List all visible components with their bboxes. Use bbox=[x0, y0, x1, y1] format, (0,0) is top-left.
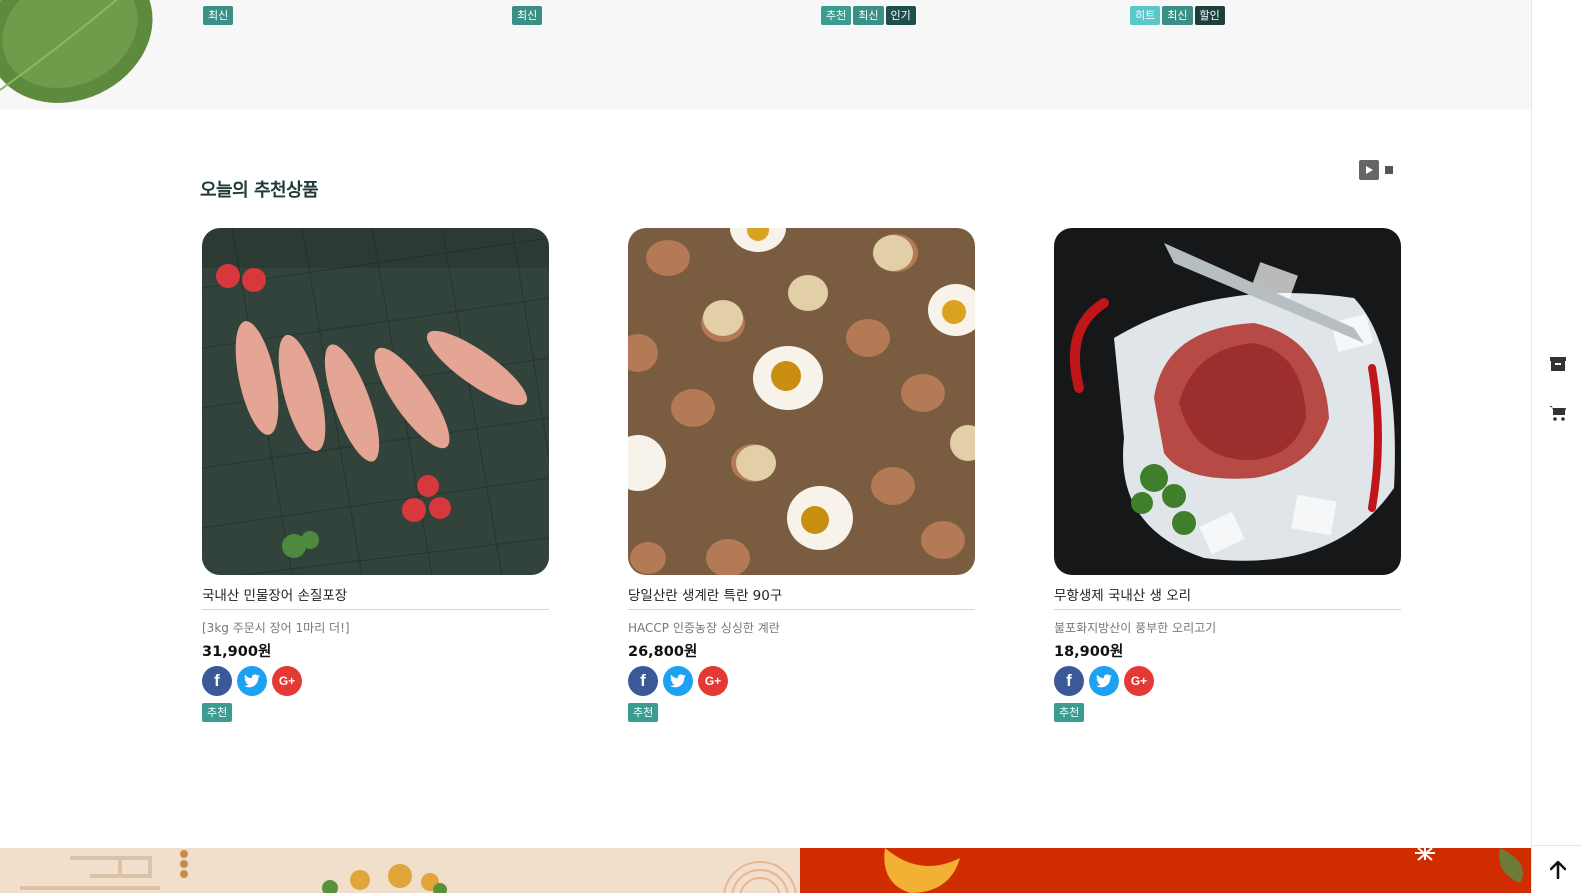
badge-sale: 할인 bbox=[1194, 6, 1225, 25]
divider bbox=[1054, 609, 1401, 610]
badge-new: 최신 bbox=[203, 6, 234, 25]
google-plus-icon: G+ bbox=[1130, 674, 1148, 688]
google-plus-share-button[interactable]: G+ bbox=[272, 666, 302, 696]
product-card[interactable]: 국내산 민물장어 손질포장 [3kg 주문시 장어 1마리 더!] 31,900… bbox=[202, 228, 549, 722]
section-title: 오늘의 추천상품 bbox=[200, 180, 319, 201]
play-button[interactable] bbox=[1359, 160, 1379, 180]
right-quick-menu bbox=[1531, 0, 1582, 893]
leaf-decoration-image bbox=[0, 0, 153, 103]
product-badges: 추천 bbox=[628, 703, 975, 722]
product-badges-2: 최신 bbox=[512, 6, 543, 25]
badge-new: 최신 bbox=[512, 6, 543, 25]
facebook-icon: f bbox=[214, 671, 220, 690]
product-price: 18,900원 bbox=[1054, 644, 1124, 660]
product-badges-3: 추천 최신 인기 bbox=[821, 6, 916, 25]
twitter-icon bbox=[1096, 674, 1112, 688]
product-description: 불포화지방산이 풍부한 오리고기 bbox=[1054, 621, 1217, 635]
twitter-share-button[interactable] bbox=[1089, 666, 1119, 696]
product-badges-4: 히트 최신 할인 bbox=[1130, 6, 1225, 25]
archive-box-icon[interactable] bbox=[1549, 355, 1567, 373]
facebook-share-button[interactable]: f bbox=[628, 666, 658, 696]
twitter-icon bbox=[244, 674, 260, 688]
sns-share: f G+ bbox=[628, 666, 975, 696]
badge-new: 최신 bbox=[1162, 6, 1193, 25]
promo-banner-right[interactable] bbox=[800, 848, 1531, 893]
twitter-share-button[interactable] bbox=[663, 666, 693, 696]
product-image-fish[interactable] bbox=[202, 228, 549, 575]
badge-recommended: 추천 bbox=[1054, 703, 1085, 722]
product-description: HACCP 인증농장 싱싱한 계란 bbox=[628, 621, 780, 635]
twitter-share-button[interactable] bbox=[237, 666, 267, 696]
facebook-icon: f bbox=[1066, 671, 1072, 690]
google-plus-icon: G+ bbox=[704, 674, 722, 688]
google-plus-share-button[interactable]: G+ bbox=[1124, 666, 1154, 696]
product-name[interactable]: 무항생제 국내산 생 오리 bbox=[1054, 585, 1401, 607]
product-price: 31,900원 bbox=[202, 644, 272, 660]
google-plus-icon: G+ bbox=[278, 674, 296, 688]
scroll-top-button[interactable] bbox=[1532, 845, 1582, 893]
badge-recommended: 추천 bbox=[202, 703, 233, 722]
product-price: 26,800원 bbox=[628, 644, 698, 660]
product-badges-1: 최신 bbox=[203, 6, 234, 25]
facebook-share-button[interactable]: f bbox=[1054, 666, 1084, 696]
facebook-icon: f bbox=[640, 671, 646, 690]
product-badges: 추천 bbox=[1054, 703, 1401, 722]
play-icon bbox=[1366, 166, 1373, 174]
divider bbox=[628, 609, 975, 610]
stop-button[interactable] bbox=[1385, 166, 1393, 174]
product-name[interactable]: 국내산 민물장어 손질포장 bbox=[202, 585, 549, 607]
product-badges: 추천 bbox=[202, 703, 549, 722]
sns-share: f G+ bbox=[202, 666, 549, 696]
product-name[interactable]: 당일산란 생계란 특란 90구 bbox=[628, 585, 975, 607]
google-plus-share-button[interactable]: G+ bbox=[698, 666, 728, 696]
cart-icon[interactable] bbox=[1549, 404, 1567, 422]
arrow-up-icon bbox=[1549, 860, 1566, 879]
divider bbox=[202, 609, 549, 610]
twitter-icon bbox=[670, 674, 686, 688]
sns-share: f G+ bbox=[1054, 666, 1401, 696]
banner-leaf-image bbox=[884, 848, 1523, 893]
banner-pattern-image bbox=[20, 850, 797, 893]
top-product-strip: 최신 최신 추천 최신 인기 히트 최신 할인 bbox=[0, 0, 1531, 110]
product-card[interactable]: 무항생제 국내산 생 오리 불포화지방산이 풍부한 오리고기 18,900원 f… bbox=[1054, 228, 1401, 722]
slider-controls bbox=[1359, 160, 1393, 180]
badge-recommended: 추천 bbox=[628, 703, 659, 722]
product-description: [3kg 주문시 장어 1마리 더!] bbox=[202, 621, 350, 635]
badge-recommended: 추천 bbox=[821, 6, 852, 25]
badge-popular: 인기 bbox=[885, 6, 916, 25]
promo-banner-left[interactable] bbox=[0, 848, 800, 893]
facebook-share-button[interactable]: f bbox=[202, 666, 232, 696]
product-image-meat[interactable] bbox=[1054, 228, 1401, 575]
badge-new: 최신 bbox=[853, 6, 884, 25]
badge-hit: 히트 bbox=[1130, 6, 1161, 25]
product-card[interactable]: 당일산란 생계란 특란 90구 HACCP 인증농장 싱싱한 계란 26,800… bbox=[628, 228, 975, 722]
product-image-eggs[interactable] bbox=[628, 228, 975, 575]
